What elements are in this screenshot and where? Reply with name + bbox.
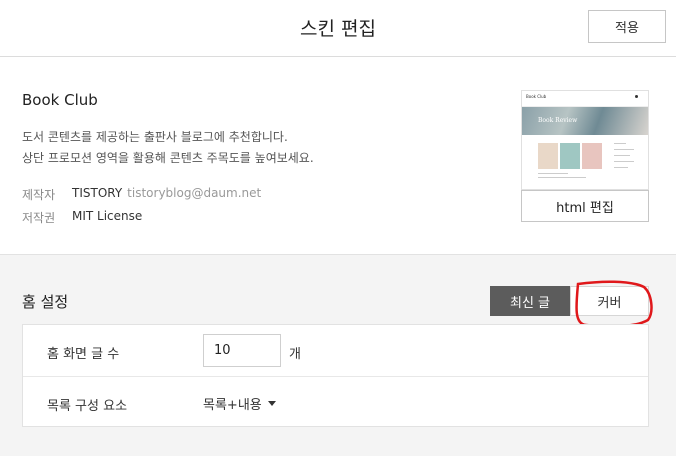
skin-description-line-2: 상단 프로모션 영역을 활용해 콘텐츠 주목도를 높여보세요.	[22, 151, 314, 165]
thumbnail-header: Book Club	[522, 91, 648, 103]
license-value: MIT License	[72, 209, 143, 223]
thumbnail-text-line	[538, 177, 586, 178]
thumbnail-hero: Book Review	[522, 107, 648, 135]
license-label: 저작권	[22, 211, 56, 225]
settings-row-list-components: 목록 구성 요소 목록+내용	[23, 376, 648, 427]
thumbnail-text-line	[538, 173, 568, 174]
html-edit-button[interactable]: html 편집	[521, 190, 649, 222]
thumbnail-hero-title: Book Review	[538, 117, 578, 124]
home-settings-table: 홈 화면 글 수 개 목록 구성 요소 목록+내용	[22, 324, 649, 427]
skin-description: 도서 콘텐츠를 제공하는 출판사 블로그에 추천합니다. 상단 프로모션 영역을…	[22, 127, 314, 169]
maker-email: tistoryblog@daum.net	[127, 186, 262, 200]
thumbnail-body	[522, 135, 648, 189]
skin-thumbnail: Book Club Book Review	[521, 90, 649, 190]
settings-row-post-count: 홈 화면 글 수 개	[23, 325, 648, 376]
thumbnail-menu-icon	[635, 95, 638, 98]
dropdown-caret-icon	[267, 401, 276, 406]
maker-row: 제작자 TISTORY tistoryblog@daum.net	[22, 186, 261, 203]
post-count-label: 홈 화면 글 수	[47, 347, 120, 362]
thumbnail-side-line	[614, 149, 634, 150]
thumbnail-side-line	[614, 143, 626, 144]
apply-button[interactable]: 적용	[588, 10, 666, 43]
thumbnail-card-1	[538, 143, 558, 169]
post-count-input[interactable]	[203, 334, 281, 367]
skin-name: Book Club	[22, 91, 98, 109]
thumbnail-card-3	[582, 143, 602, 169]
maker-label: 제작자	[22, 188, 56, 202]
thumbnail-card-2	[560, 143, 580, 169]
tab-latest-posts[interactable]: 최신 글	[490, 286, 570, 316]
thumbnail-side-line	[614, 155, 630, 156]
thumbnail-site-title: Book Club	[526, 94, 547, 99]
thumbnail-side-line	[614, 167, 628, 168]
maker-name: TISTORY	[72, 186, 123, 200]
list-components-select[interactable]: 목록+내용	[203, 394, 276, 413]
top-bar: 스킨 편집 적용	[0, 0, 676, 57]
home-settings-title: 홈 설정	[22, 293, 69, 311]
post-count-unit: 개	[289, 347, 301, 362]
list-components-value: 목록+내용	[203, 398, 262, 413]
skin-description-line-1: 도서 콘텐츠를 제공하는 출판사 블로그에 추천합니다.	[22, 130, 288, 144]
thumbnail-side-line	[614, 161, 634, 162]
red-annotation-circle	[575, 280, 653, 328]
page-title: 스킨 편집	[300, 18, 376, 40]
skin-info-panel: Book Club 도서 콘텐츠를 제공하는 출판사 블로그에 추천합니다. 상…	[0, 57, 676, 255]
license-row: 저작권 MIT License	[22, 209, 142, 226]
list-components-label: 목록 구성 요소	[47, 399, 128, 414]
